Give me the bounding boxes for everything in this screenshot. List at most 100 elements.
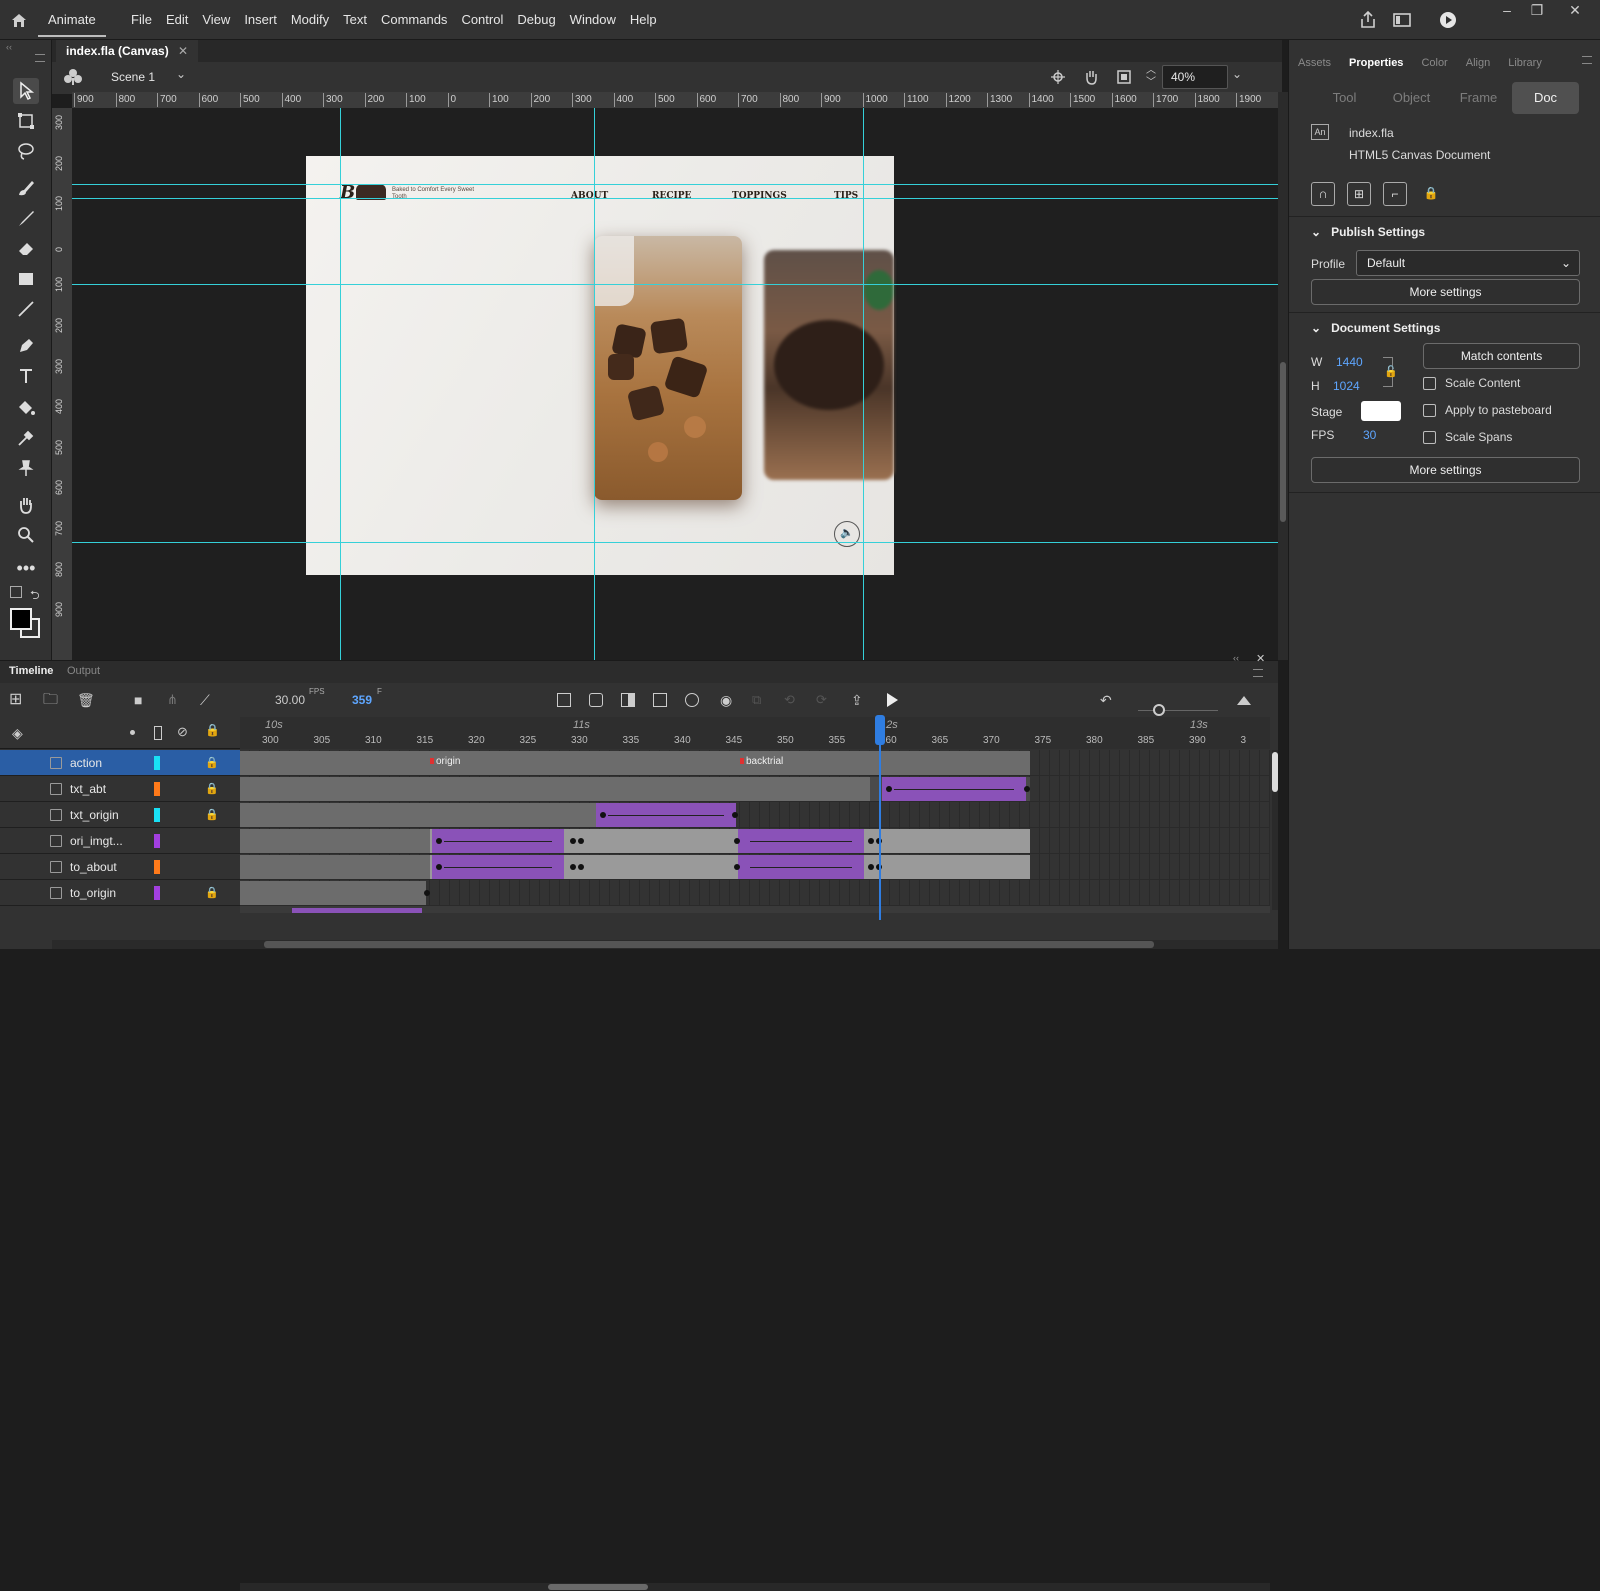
stage[interactable]: B Baked to Comfort Every Sweet Tooth ABO… bbox=[306, 156, 894, 575]
close-tab-icon[interactable]: ✕ bbox=[178, 44, 188, 58]
canvas-horizontal-scrollbar[interactable] bbox=[52, 940, 1278, 949]
tab-color[interactable]: Color bbox=[1412, 52, 1456, 74]
timeline-vertical-scrollbar[interactable] bbox=[1272, 750, 1278, 910]
mode-frame[interactable]: Frame bbox=[1445, 82, 1512, 114]
motion-tween-span[interactable] bbox=[738, 829, 864, 853]
keyframe[interactable] bbox=[424, 890, 430, 896]
menu-view[interactable]: View bbox=[195, 0, 237, 40]
stroke-color-swatch[interactable] bbox=[10, 608, 32, 630]
keyframe[interactable] bbox=[886, 786, 892, 792]
keyframe[interactable] bbox=[868, 864, 874, 870]
keyframe[interactable] bbox=[578, 838, 584, 844]
tab-align[interactable]: Align bbox=[1457, 52, 1499, 74]
menu-text[interactable]: Text bbox=[336, 0, 374, 40]
frame-label[interactable]: origin bbox=[436, 756, 460, 767]
menu-control[interactable]: Control bbox=[454, 0, 510, 40]
keyframe[interactable] bbox=[734, 838, 740, 844]
onion-skin-icon[interactable]: ◉ bbox=[720, 691, 738, 709]
layer-name[interactable]: to_about bbox=[70, 854, 117, 880]
guide-line[interactable] bbox=[863, 108, 864, 660]
stage-vertical-scrollbar[interactable] bbox=[1278, 92, 1288, 660]
insert-keyframe-icon[interactable] bbox=[557, 693, 571, 707]
swap-colors-icon[interactable]: ⮌ bbox=[30, 586, 40, 607]
layer-name[interactable]: ori_imgt... bbox=[70, 828, 123, 854]
layer-parenting-icon[interactable]: ⋔ bbox=[167, 691, 185, 709]
menu-window[interactable]: Window bbox=[563, 0, 623, 40]
snap-magnet-icon[interactable]: ∩ bbox=[1311, 182, 1335, 206]
edit-multiple-frames-icon[interactable]: ⧉ bbox=[752, 691, 770, 709]
motion-tween-span[interactable] bbox=[292, 908, 422, 913]
scrollbar-thumb[interactable] bbox=[1280, 362, 1286, 522]
guide-line[interactable] bbox=[72, 284, 1278, 285]
line-tool-icon[interactable] bbox=[13, 296, 39, 322]
layer-color-swatch[interactable] bbox=[154, 834, 160, 848]
play-icon[interactable] bbox=[883, 691, 901, 709]
stage-color-swatch[interactable] bbox=[1361, 401, 1401, 421]
keyframe[interactable] bbox=[436, 864, 442, 870]
close-panel-icon[interactable]: ✕ bbox=[1256, 652, 1265, 665]
keyframe[interactable] bbox=[578, 864, 584, 870]
paint-bucket-tool-icon[interactable] bbox=[13, 395, 39, 421]
layer-row[interactable]: to_origin 🔒 bbox=[0, 880, 240, 906]
eraser-tool-icon[interactable] bbox=[13, 235, 39, 261]
frame-span[interactable] bbox=[240, 751, 1030, 775]
playhead-handle[interactable] bbox=[875, 715, 885, 745]
playhead[interactable] bbox=[875, 715, 885, 920]
fit-frames-icon[interactable] bbox=[1235, 691, 1253, 709]
zoom-input[interactable]: 40% bbox=[1162, 65, 1228, 89]
highlight-layers-icon[interactable] bbox=[130, 730, 135, 735]
frame-label[interactable]: backtrial bbox=[746, 756, 783, 767]
frame-row[interactable] bbox=[240, 854, 1270, 880]
layer-row[interactable]: to_about bbox=[0, 854, 240, 880]
cycle-icon[interactable]: ⟳ bbox=[816, 691, 834, 709]
undo-history-icon[interactable]: ↶ bbox=[1100, 691, 1118, 709]
export-frames-icon[interactable]: ⇪ bbox=[851, 691, 869, 709]
clip-content-icon[interactable] bbox=[1116, 69, 1132, 85]
minimize-button[interactable]: – bbox=[1492, 0, 1522, 22]
menu-insert[interactable]: Insert bbox=[237, 0, 284, 40]
remove-tween-icon[interactable] bbox=[685, 693, 699, 707]
zoom-dropdown-chevron-icon[interactable]: ⌄ bbox=[1232, 67, 1242, 81]
rectangle-tool-icon[interactable] bbox=[13, 266, 39, 292]
insert-frame-icon[interactable] bbox=[621, 693, 635, 707]
layer-color-swatch[interactable] bbox=[154, 886, 160, 900]
scene-name[interactable]: Scene 1 bbox=[111, 70, 155, 84]
menu-edit[interactable]: Edit bbox=[159, 0, 195, 40]
menu-file[interactable]: File bbox=[124, 0, 159, 40]
frame-zoom-handle[interactable] bbox=[1153, 704, 1165, 716]
motion-tween-span[interactable] bbox=[596, 803, 736, 827]
frames-ruler[interactable]: 10s 11s 12s 13s 300 305 310 315 320 325 330 335 340 3… bbox=[240, 717, 1270, 749]
frame-span[interactable] bbox=[240, 855, 430, 879]
motion-tween-span[interactable] bbox=[738, 855, 864, 879]
fps-display[interactable]: 30.00 bbox=[275, 693, 305, 707]
frame-span[interactable] bbox=[240, 881, 426, 905]
pen-tool-icon[interactable] bbox=[13, 333, 39, 359]
link-dimensions-icon[interactable]: 🔓 bbox=[1384, 365, 1398, 378]
hide-layers-icon[interactable]: ⊘ bbox=[177, 724, 188, 740]
keyframe[interactable] bbox=[868, 838, 874, 844]
motion-tween-span[interactable] bbox=[432, 855, 564, 879]
lock-icon[interactable]: 🔒 bbox=[205, 808, 219, 822]
guide-line[interactable] bbox=[340, 108, 341, 660]
lasso-tool-icon[interactable] bbox=[13, 138, 39, 164]
hand-tool-icon[interactable] bbox=[13, 492, 39, 518]
apply-pasteboard-checkbox[interactable] bbox=[1423, 404, 1436, 417]
doc-more-settings-button[interactable]: More settings bbox=[1311, 457, 1580, 483]
menu-modify[interactable]: Modify bbox=[284, 0, 336, 40]
frames-grid[interactable]: origin backtrial bbox=[240, 750, 1270, 913]
pin-tool-icon[interactable] bbox=[13, 455, 39, 481]
restore-button[interactable]: ❐ bbox=[1522, 0, 1552, 22]
keyframe[interactable] bbox=[570, 838, 576, 844]
guide-line[interactable] bbox=[72, 184, 1278, 185]
share-icon[interactable] bbox=[1358, 10, 1378, 30]
insert-tween-icon[interactable] bbox=[653, 693, 667, 707]
lock-guides-icon[interactable]: 🔒 bbox=[1419, 182, 1443, 206]
keyframe[interactable] bbox=[436, 838, 442, 844]
frame-zoom-slider[interactable] bbox=[1138, 710, 1218, 711]
tab-output[interactable]: Output bbox=[67, 665, 100, 677]
profile-select[interactable]: Default ⌄ bbox=[1356, 250, 1580, 276]
screen-mode-icon[interactable] bbox=[1392, 10, 1412, 30]
frame-row[interactable] bbox=[240, 828, 1270, 854]
default-colors-icon[interactable] bbox=[10, 586, 22, 598]
delete-layer-icon[interactable]: 🗑 bbox=[77, 691, 95, 709]
